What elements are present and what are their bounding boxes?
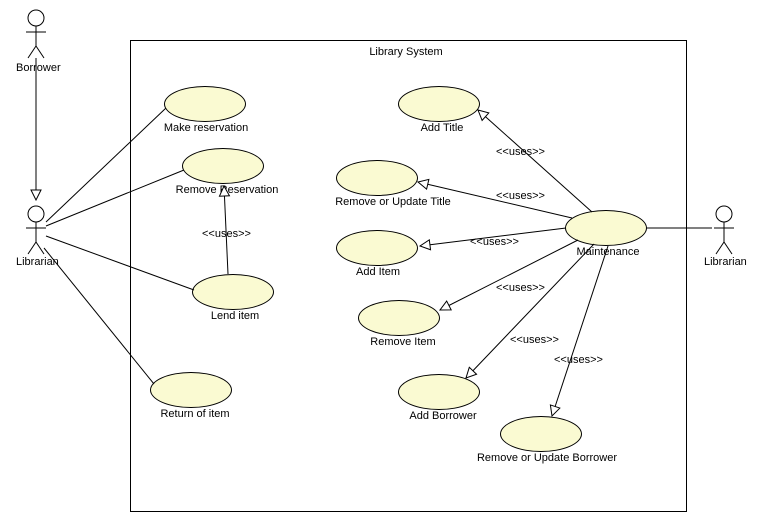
usecase-maintenance-label: Maintenance — [568, 246, 648, 258]
uses-m-remtitle: <<uses>> — [496, 190, 545, 202]
usecase-add-item — [336, 230, 418, 266]
uses-m-addtitle: <<uses>> — [496, 146, 545, 158]
actor-borrower — [26, 10, 46, 58]
usecase-remove-update-title-label: Remove or Update Title — [318, 196, 468, 208]
usecase-maintenance — [565, 210, 647, 246]
usecase-add-item-label: Add Item — [348, 266, 408, 278]
usecase-remove-item-label: Remove Item — [358, 336, 448, 348]
uses-lend-remove: <<uses>> — [202, 228, 251, 240]
usecase-add-title — [398, 86, 480, 122]
usecase-lend-item-label: Lend item — [200, 310, 270, 322]
usecase-remove-item — [358, 300, 440, 336]
diagram-canvas: Library System Make reservation Remove R… — [0, 0, 764, 521]
usecase-remove-update-borrower — [500, 416, 582, 452]
usecase-add-title-label: Add Title — [412, 122, 472, 134]
usecase-remove-update-borrower-label: Remove or Update Borrower — [462, 452, 632, 464]
usecase-lend-item — [192, 274, 274, 310]
uses-m-additem: <<uses>> — [470, 236, 519, 248]
actor-librarian-left-label: Librarian — [16, 256, 59, 268]
usecase-remove-reservation — [182, 148, 264, 184]
usecase-remove-update-title — [336, 160, 418, 196]
usecase-return-item-label: Return of item — [150, 408, 240, 420]
usecase-add-borrower-label: Add Borrower — [398, 410, 488, 422]
usecase-make-reservation — [164, 86, 246, 122]
usecase-return-item — [150, 372, 232, 408]
actor-librarian-left — [26, 206, 46, 254]
usecase-make-reservation-label: Make reservation — [156, 122, 256, 134]
uses-m-remborrower: <<uses>> — [554, 354, 603, 366]
uses-m-addborrower: <<uses>> — [510, 334, 559, 346]
usecase-add-borrower — [398, 374, 480, 410]
actor-borrower-label: Borrower — [16, 62, 61, 74]
actor-librarian-right — [714, 206, 734, 254]
uses-m-remitem: <<uses>> — [496, 282, 545, 294]
actor-librarian-right-label: Librarian — [704, 256, 747, 268]
system-title: Library System — [346, 46, 466, 58]
usecase-remove-reservation-label: Remove Reservation — [162, 184, 292, 196]
